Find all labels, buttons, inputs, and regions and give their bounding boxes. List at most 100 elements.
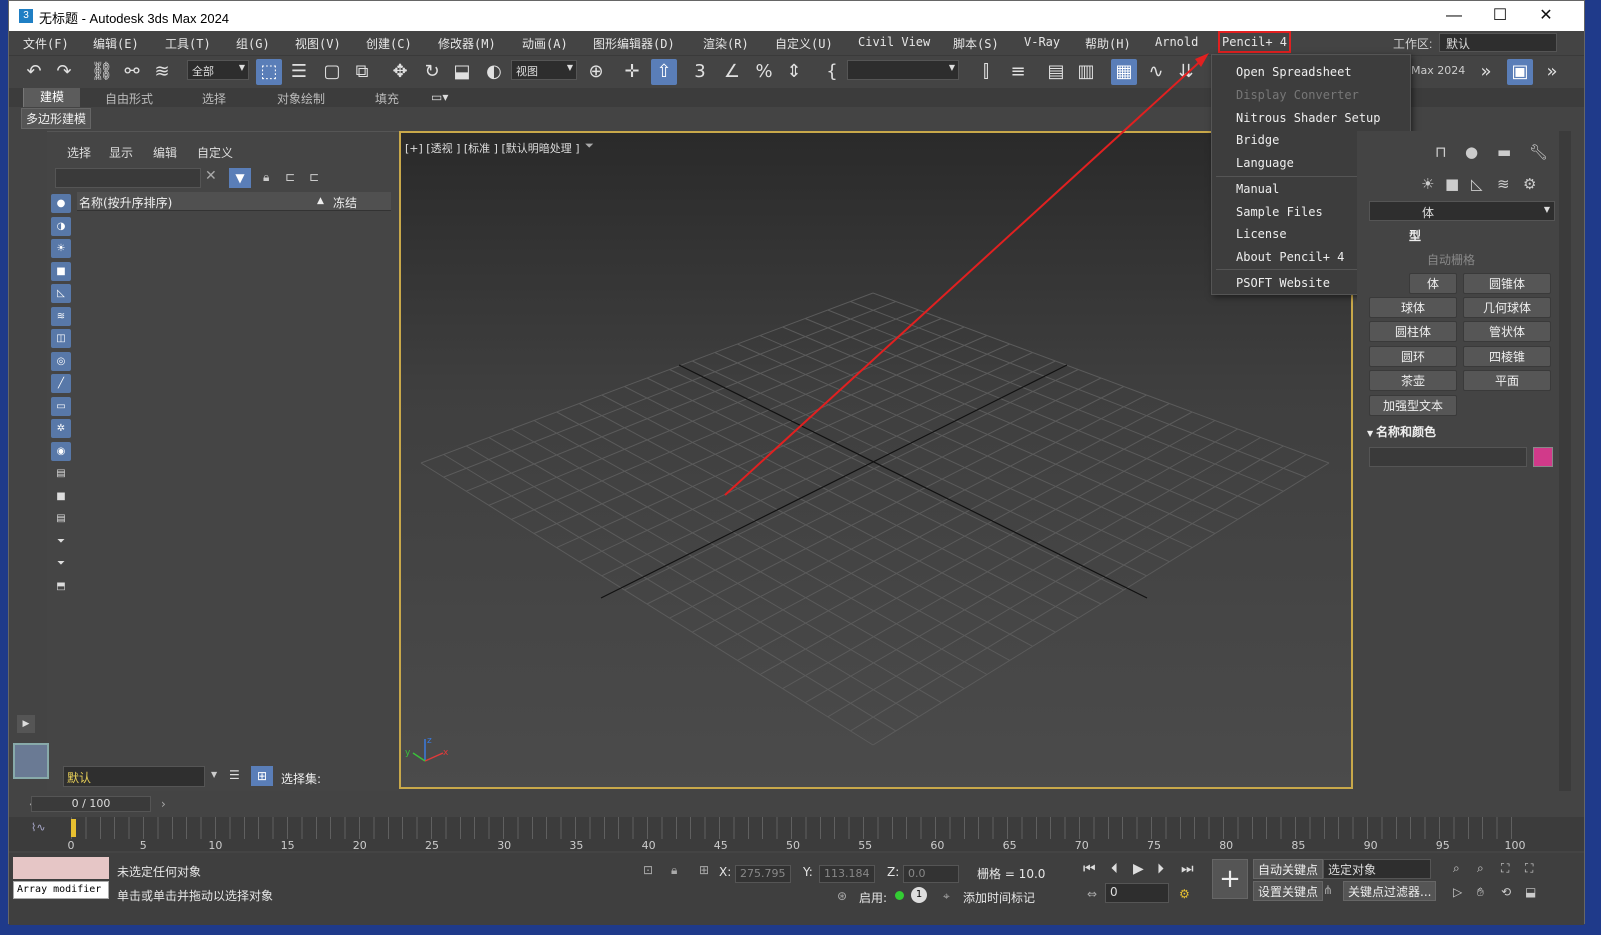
maxscript-mini[interactable]: Array modifier [13, 881, 109, 899]
go-to-start-icon[interactable]: ⏮ [1083, 861, 1096, 877]
menu-scripting[interactable]: 脚本(S) [953, 35, 999, 52]
orbit-icon[interactable]: ⟲ [1501, 885, 1511, 899]
hierarchy-icon[interactable]: ⊏ [285, 170, 295, 184]
menu-item-bridge[interactable]: Bridge [1236, 133, 1279, 147]
col-name-header[interactable]: 名称(按升序排序) [79, 194, 172, 211]
angle-snap-icon[interactable]: ∠ [719, 59, 745, 85]
minimize-button[interactable]: — [1431, 5, 1477, 27]
menu-item-sample-files[interactable]: Sample Files [1236, 205, 1323, 219]
zoom-extents-all-icon[interactable]: ⛶ [1525, 861, 1533, 876]
sphere-button[interactable]: 球体 [1369, 297, 1457, 318]
layers-icon[interactable]: ☰ [229, 768, 240, 782]
box-button[interactable]: 体 [1409, 273, 1457, 294]
col-freeze-header[interactable]: 冻结 [333, 194, 357, 211]
y-coord-field[interactable]: 113.184 [819, 865, 875, 883]
particle-filter-icon[interactable]: ✲ [51, 419, 71, 438]
redo-icon[interactable]: ↷ [51, 59, 77, 85]
menu-item-nitrous-shader-setup[interactable]: Nitrous Shader Setup [1236, 111, 1381, 125]
ribbon-tab-selection[interactable]: 选择 [202, 90, 226, 107]
zoom-all-icon[interactable]: ⌕ [1477, 861, 1484, 876]
invert-display-icon[interactable]: ▤ [51, 509, 71, 528]
overflow-chevron-icon[interactable]: » [1539, 59, 1565, 85]
sets-icon[interactable]: ⬒ [51, 577, 71, 596]
align-icon[interactable]: ≡ [1005, 59, 1031, 85]
place-icon[interactable]: ◐ [481, 59, 507, 85]
rect-select-icon[interactable]: ▢ [319, 59, 345, 85]
set-key-big-icon[interactable]: + [1212, 859, 1248, 899]
time-config-icon[interactable]: ⚙ [1179, 887, 1190, 901]
set-key-button[interactable]: 设置关键点 [1253, 881, 1324, 901]
select-by-name-icon[interactable]: ☰ [286, 59, 312, 85]
spinner-snap-icon[interactable]: ⇕ [781, 59, 807, 85]
display-all-icon[interactable]: ▤ [51, 464, 71, 483]
menu-item-language[interactable]: Language [1236, 156, 1294, 170]
lights-icon[interactable]: ☀ [1421, 175, 1434, 193]
ribbon-tab-populate[interactable]: 填充 [375, 90, 399, 107]
menu-edit[interactable]: 编辑(E) [93, 35, 139, 52]
text-plus-button[interactable]: 加强型文本 [1369, 395, 1457, 416]
fov-icon[interactable]: ▷ [1453, 885, 1462, 899]
go-to-end-icon[interactable]: ⏭ [1181, 861, 1194, 877]
lock-icon[interactable]: 🔒︎ [263, 170, 269, 185]
menu-help[interactable]: 帮助(H) [1085, 35, 1131, 52]
helper-filter-icon[interactable]: ◺ [51, 284, 71, 303]
z-coord-field[interactable]: 0.0 [903, 865, 959, 883]
x-coord-field[interactable]: 275.795 [735, 865, 791, 883]
link-icon[interactable]: ⛓ [89, 59, 115, 85]
next-key-icon[interactable]: ⏵ [1157, 861, 1164, 877]
timeline[interactable]: ⌇∿ 0 5 10 15 20 25 30 35 40 45 50 55 60 65 70 75 80 85 90 9… [9, 817, 1584, 852]
save-icon[interactable]: ▣ [1507, 59, 1533, 85]
plane-button[interactable]: 平面 [1463, 370, 1551, 391]
key-mode-icon[interactable]: ⇔ [1087, 887, 1097, 901]
visibility-filter-icon[interactable]: ◉ [51, 441, 71, 461]
spacewarp-filter-icon[interactable]: ≋ [51, 306, 71, 326]
hierarchy-mode-icon[interactable]: ⊞ [251, 766, 273, 786]
menu-vray[interactable]: V-Ray [1024, 35, 1060, 49]
workspace-select[interactable]: 默认 [1439, 33, 1557, 52]
explorer-tab-select[interactable]: 选择 [67, 144, 91, 161]
teapot-button[interactable]: 茶壶 [1369, 370, 1457, 391]
menu-group[interactable]: 组(G) [236, 35, 270, 52]
torus-button[interactable]: 圆环 [1369, 346, 1457, 367]
key-filters-button[interactable]: 关键点过滤器... [1343, 881, 1437, 901]
category-select[interactable]: 体 ▼ [1369, 201, 1555, 221]
spacewarps-icon[interactable]: ≋ [1497, 175, 1510, 193]
maximize-viewport-icon[interactable]: ⬓ [1525, 885, 1536, 899]
menu-file[interactable]: 文件(F) [23, 35, 69, 52]
container-filter-icon[interactable]: ▭ [51, 396, 71, 416]
menu-civil-view[interactable]: Civil View [858, 35, 930, 49]
keyboard-shortcut-icon[interactable]: ⇧ [651, 59, 677, 85]
ref-coord-select[interactable]: 视图 ▼ [511, 60, 577, 80]
group-filter-icon[interactable]: ◫ [51, 329, 71, 348]
selection-filter-select[interactable]: 全部 ▼ [187, 60, 249, 80]
tube-button[interactable]: 管状体 [1463, 321, 1551, 342]
pivot-icon[interactable]: ⊕ [583, 59, 609, 85]
filter-clear-icon[interactable]: ⏷ [51, 532, 71, 551]
explorer-search-input[interactable] [55, 168, 201, 188]
play-button-icon[interactable]: ▶ [1133, 861, 1144, 877]
named-set-select[interactable]: ▼ [847, 60, 959, 80]
add-time-tag[interactable]: 添加时间标记 [963, 889, 1035, 906]
ribbon-tab-modeling[interactable]: 建模 [23, 88, 81, 107]
light-filter-icon[interactable]: ☀ [51, 239, 71, 258]
curve-editor-icon[interactable]: ∿ [1143, 59, 1169, 85]
geometry-filter-icon[interactable]: ● [51, 194, 71, 213]
selected-dropdown[interactable]: 选定对象 [1323, 859, 1431, 879]
menu-tools[interactable]: 工具(T) [165, 35, 211, 52]
next-frame-icon[interactable]: › [161, 797, 166, 811]
auto-grid-checkbox[interactable]: 自动栅格 [1427, 251, 1475, 268]
menu-item-license[interactable]: License [1236, 227, 1287, 241]
close-button[interactable]: ✕ [1523, 5, 1569, 27]
filter-icon[interactable]: ▼ [229, 168, 251, 188]
display-panel-icon[interactable]: ▬ [1497, 143, 1511, 161]
menu-customize[interactable]: 自定义(U) [775, 35, 833, 52]
isolate-icon[interactable]: ⊡ [643, 863, 653, 877]
auto-key-button[interactable]: 自动关键点 [1253, 859, 1324, 879]
pan-icon[interactable]: ✋︎ [1477, 885, 1484, 900]
ribbon-subpanel[interactable]: 多边形建模 [21, 108, 92, 129]
shape-filter-icon[interactable]: ◑ [51, 216, 71, 236]
undo-icon[interactable]: ↶ [21, 59, 47, 85]
zoom-extents-icon[interactable]: ⛶ [1501, 861, 1509, 876]
menu-arnold[interactable]: Arnold [1155, 35, 1198, 49]
layer-select[interactable]: 默认 [63, 766, 205, 787]
